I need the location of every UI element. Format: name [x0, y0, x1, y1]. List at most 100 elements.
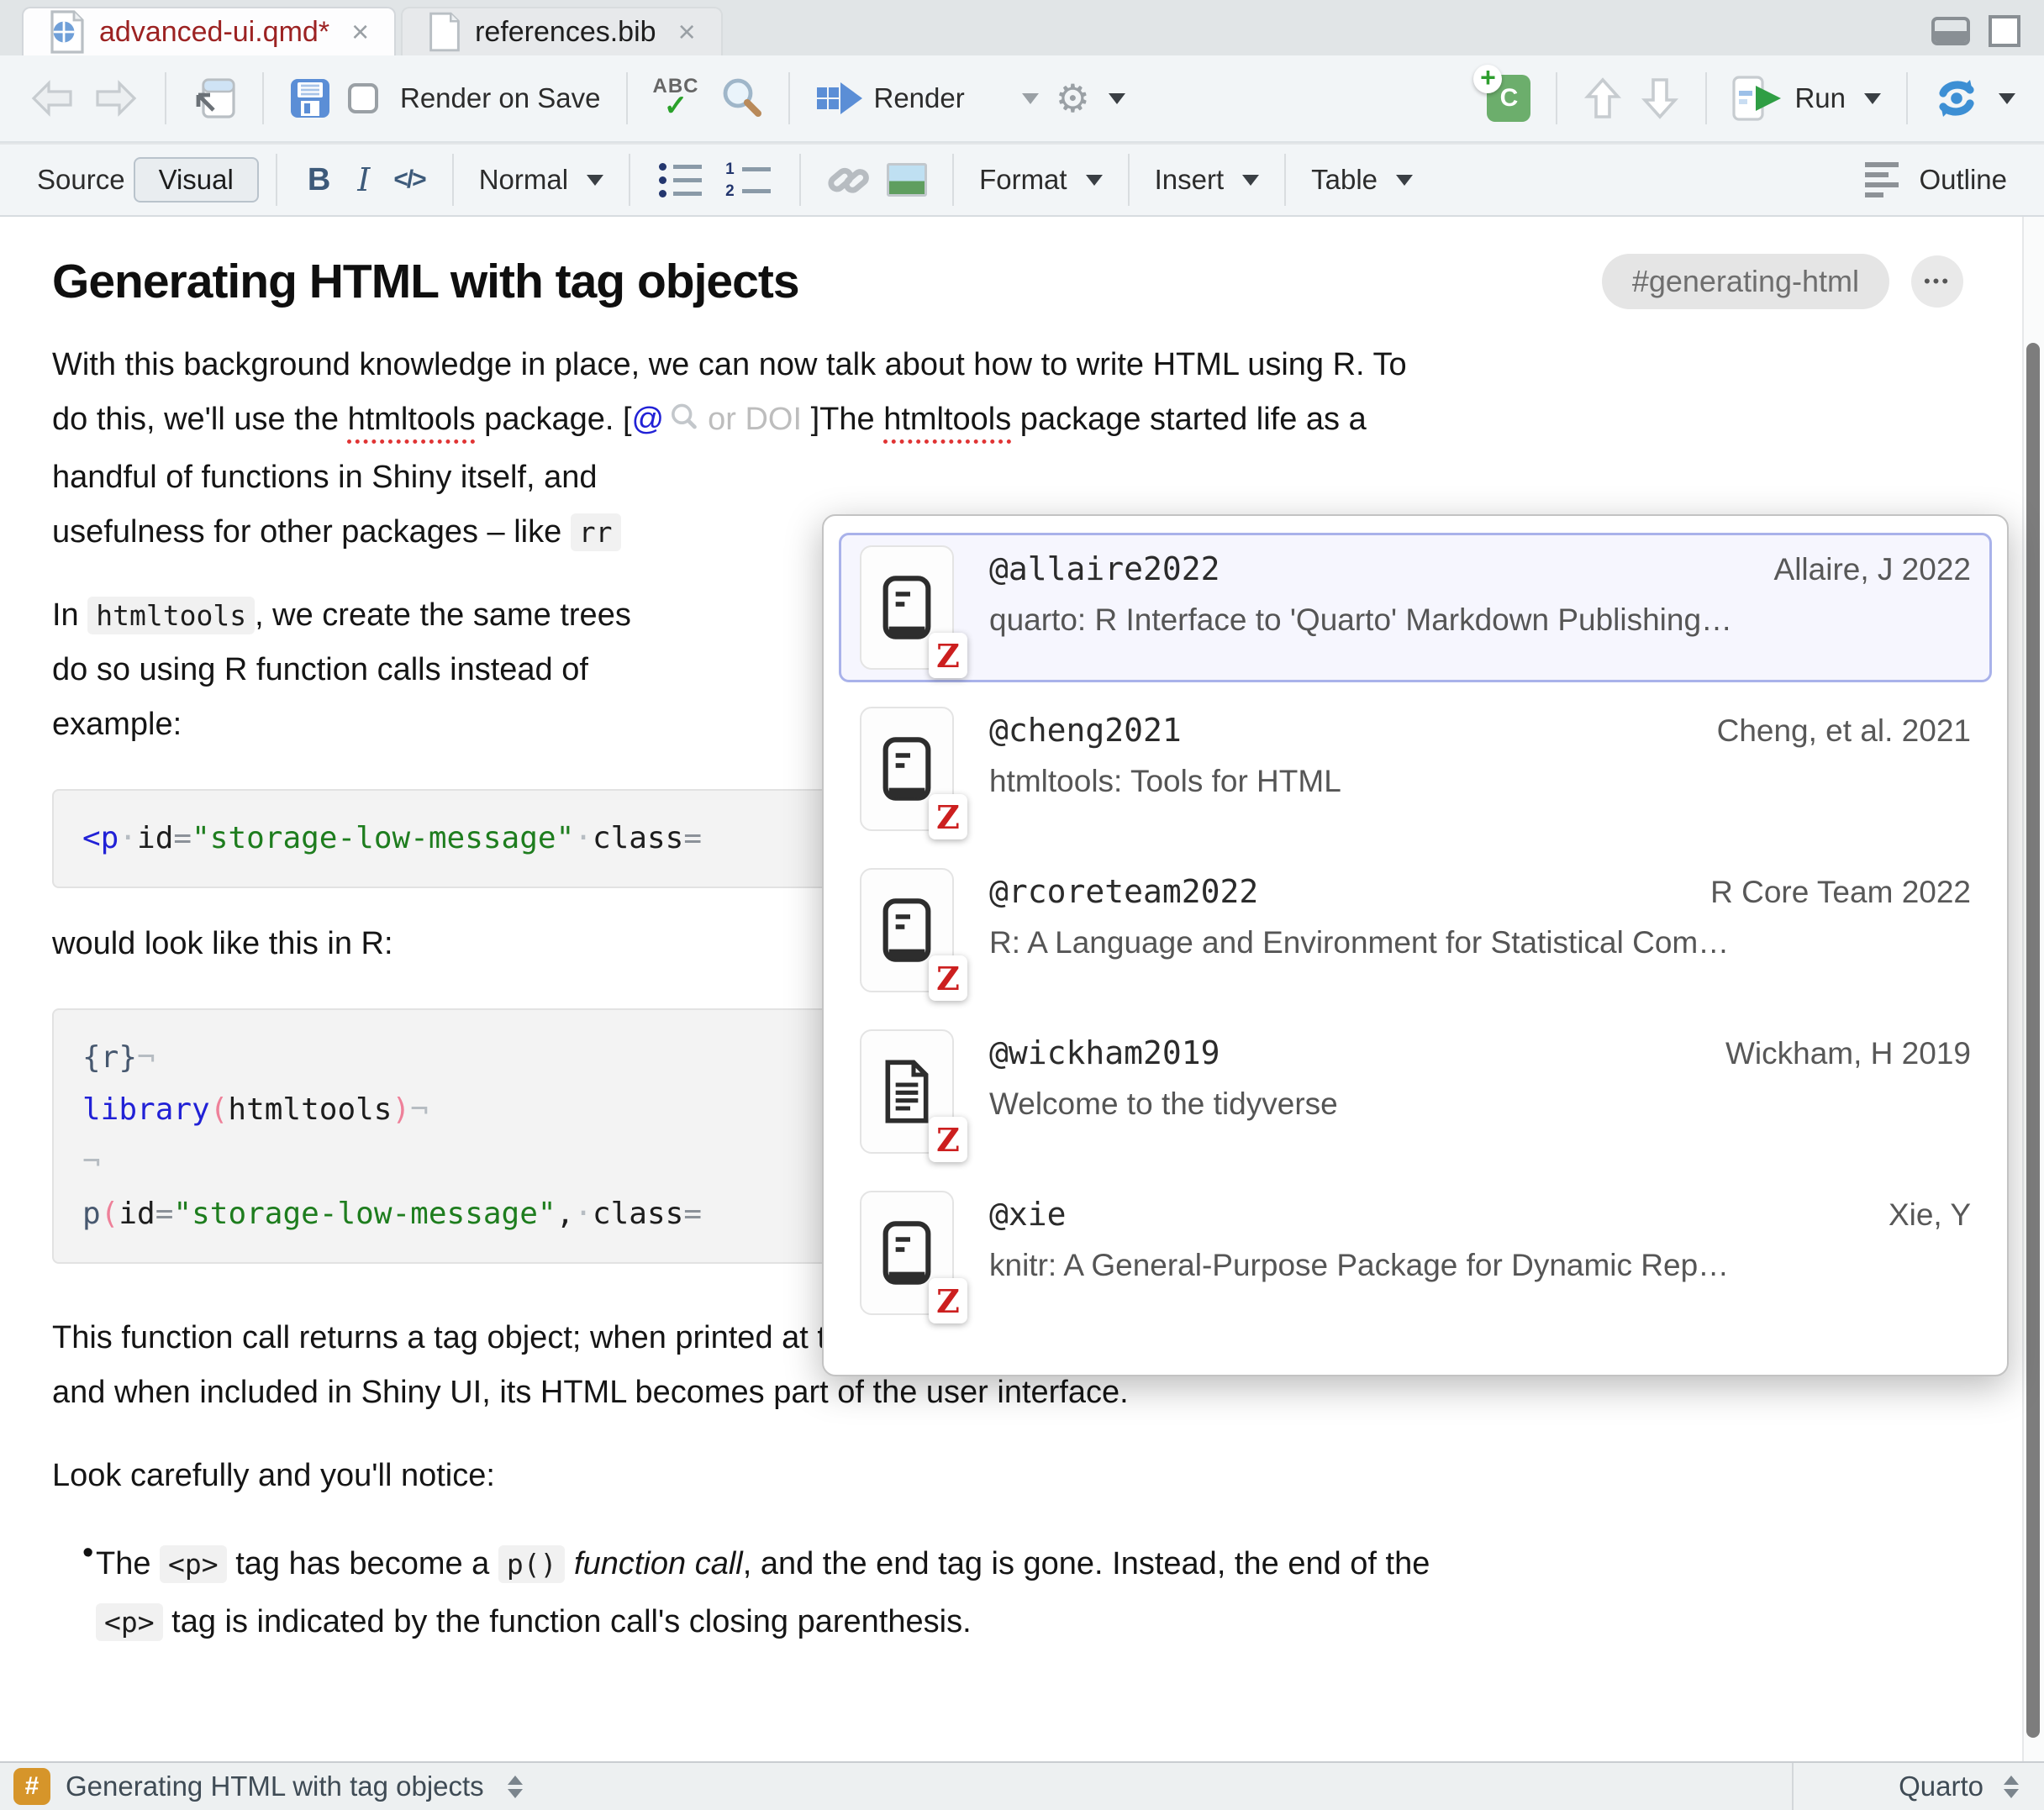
- forward-button[interactable]: [84, 78, 148, 118]
- source-dropdown-icon[interactable]: [1999, 93, 2015, 104]
- citation-item[interactable]: Z @wickham2019 Wickham, H 2019 Welcome t…: [839, 1017, 1992, 1166]
- visual-editor-toolbar: Source Visual B I </> Normal 1 2: [0, 145, 2044, 217]
- source-document-button[interactable]: [1925, 76, 2024, 120]
- refresh-source-icon: [1933, 76, 1980, 120]
- outline-toggle[interactable]: Outline: [1857, 162, 2015, 197]
- article-icon: Z: [860, 1029, 954, 1154]
- citation-item[interactable]: Z @rcoreteam2022 R Core Team 2022 R: A L…: [839, 855, 1992, 1005]
- tab-references-bib[interactable]: references.bib ×: [401, 7, 723, 55]
- source-mode-button[interactable]: Source: [29, 164, 134, 196]
- page-title: Generating HTML with tag objects: [52, 254, 1580, 309]
- citation-id: @rcoreteam2022: [989, 873, 1258, 910]
- book-icon: Z: [860, 868, 954, 992]
- bib-file-icon: [428, 11, 461, 53]
- run-button[interactable]: Run: [1724, 76, 1889, 121]
- format-menu[interactable]: Format: [971, 164, 1111, 196]
- misspelled-word: htmltools: [883, 402, 1011, 437]
- render-dropdown-icon[interactable]: [1022, 93, 1039, 104]
- render-label: Render: [874, 82, 965, 114]
- citation-id: @wickham2019: [989, 1034, 1220, 1071]
- citation-item[interactable]: Z @xie Xie, Y knitr: A General-Purpose P…: [839, 1178, 1992, 1328]
- insert-menu-label: Insert: [1155, 164, 1225, 196]
- insert-chunk-button[interactable]: C+: [1478, 75, 1539, 122]
- citation-completion-popup: Z @allaire2022 Allaire, J 2022 quarto: R…: [822, 514, 2009, 1376]
- format-dropdown-icon[interactable]: [1086, 175, 1103, 186]
- back-button[interactable]: [20, 78, 84, 118]
- editor-tabbar: advanced-ui.qmd* × references.bib ×: [0, 0, 2044, 55]
- section-options-button[interactable]: •••: [1911, 255, 1963, 308]
- format-menu-label: Format: [979, 164, 1067, 196]
- search-icon: [719, 76, 763, 120]
- citation-author: Allaire, J 2022: [1774, 552, 1971, 587]
- citation-author: Cheng, et al. 2021: [1717, 713, 1971, 749]
- spellcheck-button[interactable]: ABC ✓: [645, 76, 711, 120]
- bullet-list-button[interactable]: [647, 163, 714, 197]
- document-format-selector[interactable]: Quarto: [1792, 1763, 2044, 1810]
- code-format-button[interactable]: </>: [383, 166, 435, 194]
- book-icon: Z: [860, 1191, 954, 1315]
- section-navigator[interactable]: # Generating HTML with tag objects: [0, 1768, 1792, 1805]
- render-settings-button[interactable]: ⚙: [1047, 76, 1134, 121]
- current-section-label: Generating HTML with tag objects: [66, 1771, 484, 1802]
- vertical-scrollbar[interactable]: [2022, 217, 2044, 1761]
- minimize-pane-icon[interactable]: [1931, 17, 1970, 45]
- settings-dropdown-icon[interactable]: [1109, 93, 1125, 104]
- zotero-badge-icon: Z: [929, 1117, 967, 1162]
- window-controls: [1931, 15, 2020, 47]
- run-dropdown-icon[interactable]: [1864, 93, 1881, 104]
- citation-title: knitr: A General-Purpose Package for Dyn…: [989, 1248, 1971, 1283]
- section-select-arrows-icon[interactable]: [508, 1776, 523, 1798]
- list-item: • The <p> tag has become a p() function …: [52, 1535, 1963, 1651]
- insert-dropdown-icon[interactable]: [1242, 175, 1259, 186]
- insert-menu[interactable]: Insert: [1146, 164, 1268, 196]
- insert-image-button[interactable]: [878, 163, 935, 197]
- image-icon: [887, 163, 927, 197]
- zotero-badge-icon: Z: [929, 633, 967, 678]
- citation-widget[interactable]: [@: [623, 402, 664, 437]
- tab-advanced-ui-qmd[interactable]: advanced-ui.qmd* ×: [22, 7, 396, 55]
- maximize-pane-icon[interactable]: [1989, 15, 2020, 47]
- paragraph-style-select[interactable]: Normal: [471, 164, 612, 196]
- table-dropdown-icon[interactable]: [1396, 175, 1413, 186]
- rstudio-window: advanced-ui.qmd* × references.bib ×: [0, 0, 2044, 1810]
- citation-id: @xie: [989, 1196, 1067, 1233]
- outline-label: Outline: [1919, 164, 2007, 196]
- go-next-section-button[interactable]: [1631, 75, 1688, 122]
- bullet-marker: •: [52, 1535, 96, 1651]
- inline-code: htmltools: [87, 597, 255, 634]
- insert-chunk-icon: C+: [1487, 75, 1530, 122]
- back-arrow-icon: [29, 78, 76, 118]
- bold-button[interactable]: B: [294, 162, 344, 198]
- scrollbar-thumb[interactable]: [2026, 343, 2040, 1738]
- render-button[interactable]: Render: [807, 77, 1047, 119]
- render-on-save-toggle[interactable]: Render on Save: [340, 82, 609, 114]
- citation-placeholder: or DOI: [708, 402, 802, 437]
- popout-window-button[interactable]: [183, 76, 245, 120]
- close-icon[interactable]: ×: [351, 14, 369, 50]
- save-button[interactable]: [281, 77, 340, 119]
- table-menu[interactable]: Table: [1303, 164, 1421, 196]
- inline-code: <p>: [96, 1603, 163, 1641]
- misspelled-word: htmltools: [348, 402, 476, 437]
- citation-item[interactable]: Z @cheng2021 Cheng, et al. 2021 htmltool…: [839, 694, 1992, 844]
- paragraph-style-value: Normal: [479, 164, 568, 196]
- italic-button[interactable]: I: [344, 161, 383, 198]
- book-icon: Z: [860, 545, 954, 670]
- insert-link-button[interactable]: [818, 158, 878, 202]
- format-select-arrows-icon[interactable]: [2004, 1776, 2019, 1798]
- citation-id: @cheng2021: [989, 712, 1182, 749]
- find-replace-button[interactable]: [711, 76, 772, 120]
- citation-item[interactable]: Z @allaire2022 Allaire, J 2022 quarto: R…: [839, 533, 1992, 682]
- numbered-list-button[interactable]: 1 2: [714, 161, 782, 199]
- close-icon[interactable]: ×: [678, 14, 696, 50]
- paragraph-style-dropdown-icon[interactable]: [587, 175, 603, 186]
- visual-mode-button[interactable]: Visual: [134, 157, 259, 203]
- section-anchor-badge: #generating-html: [1602, 254, 1889, 309]
- source-mode-label: Source: [37, 164, 125, 196]
- popout-window-icon: [192, 76, 237, 120]
- citation-title: htmltools: Tools for HTML: [989, 764, 1971, 799]
- up-arrow-icon: [1583, 75, 1623, 122]
- go-previous-section-button[interactable]: [1574, 75, 1631, 122]
- citation-title: R: A Language and Environment for Statis…: [989, 925, 1971, 960]
- render-on-save-checkbox[interactable]: [348, 83, 378, 113]
